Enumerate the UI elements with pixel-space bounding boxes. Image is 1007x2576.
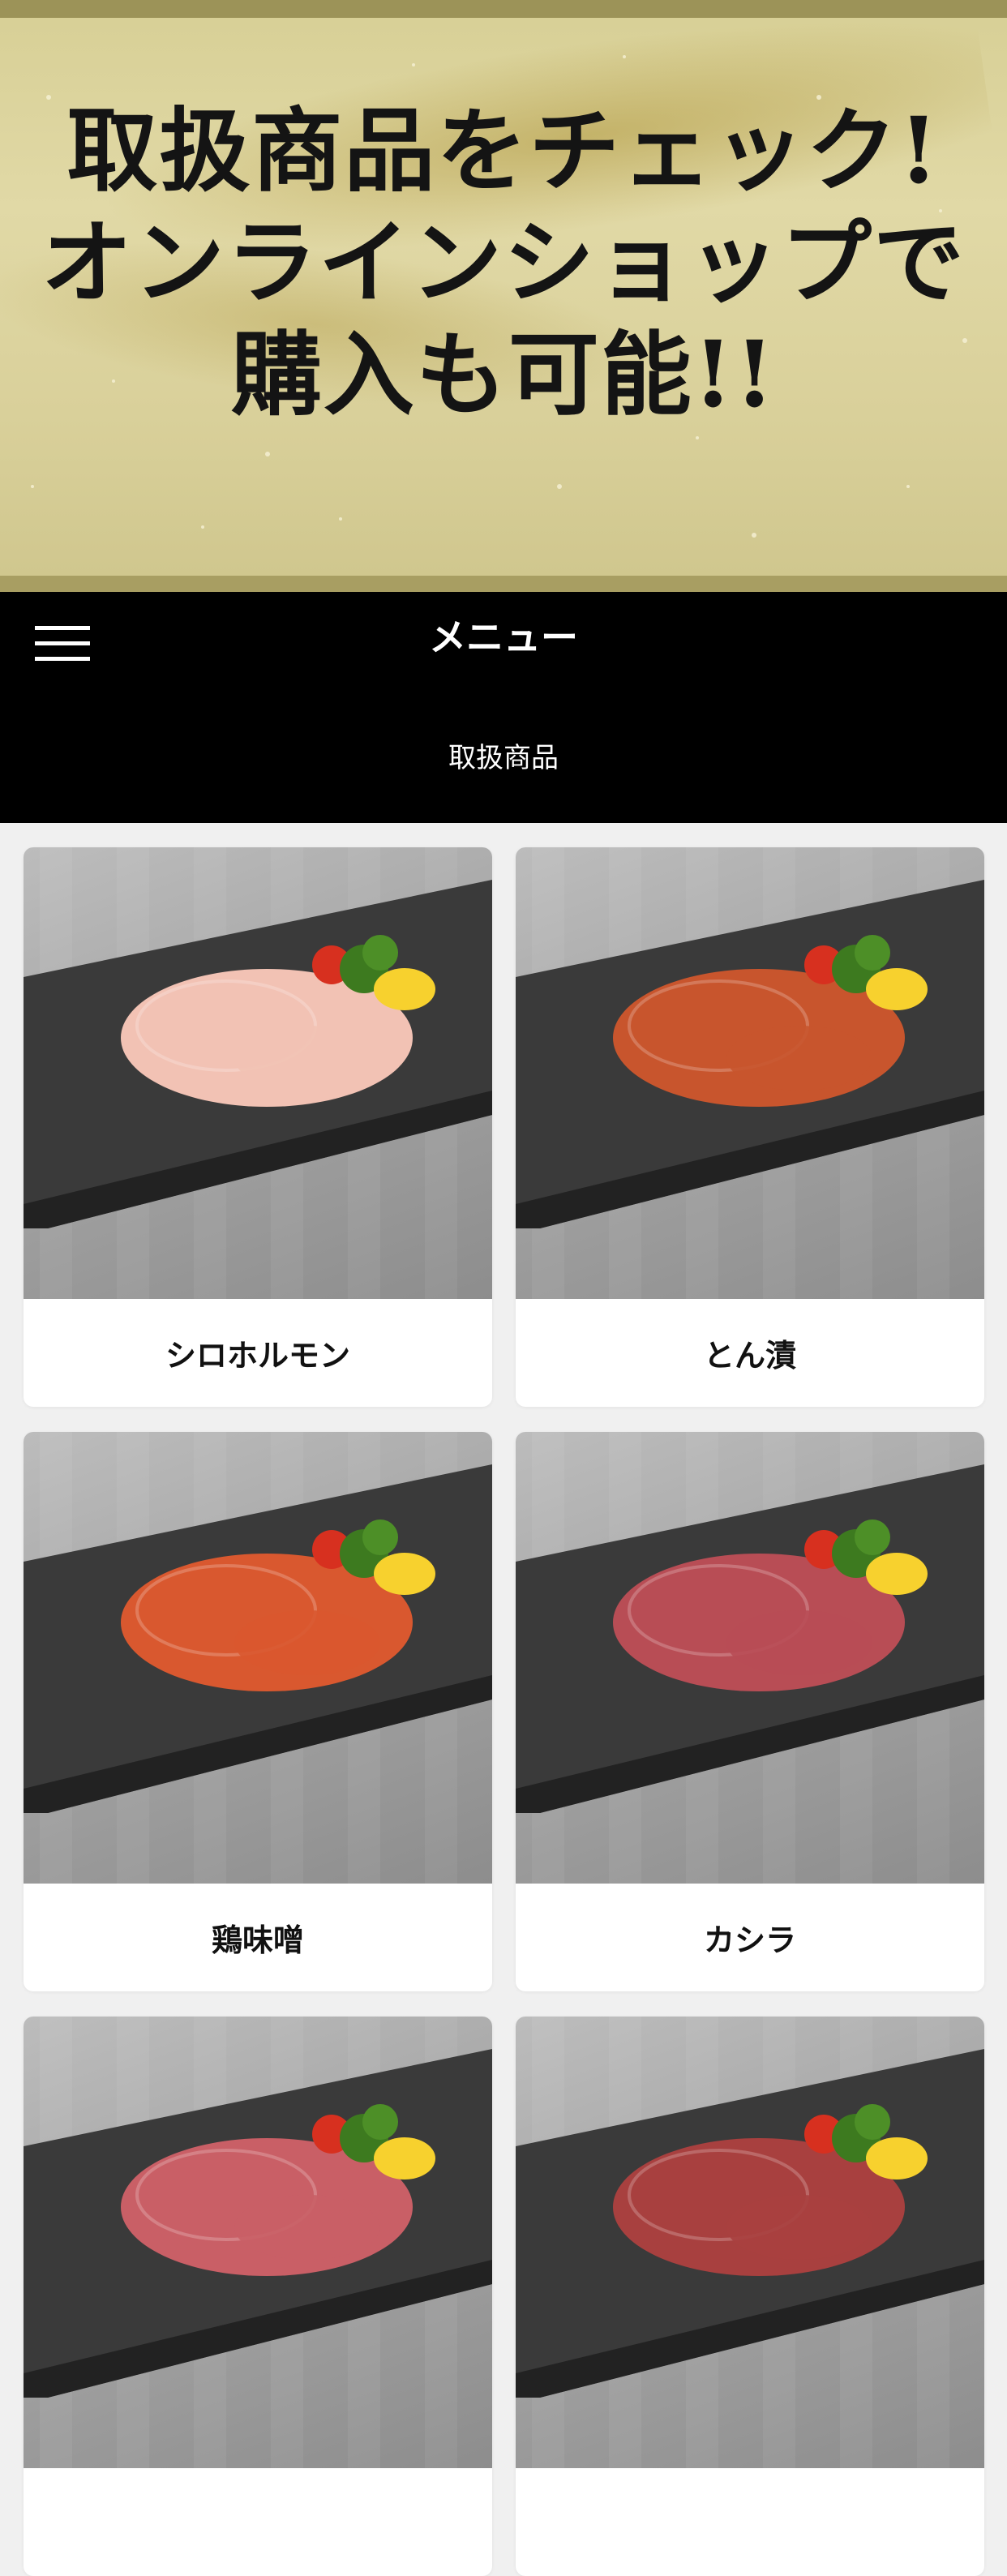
banner-bottom-bar (0, 576, 1007, 592)
lemon-garnish (374, 1553, 435, 1595)
product-photo (516, 2017, 984, 2468)
product-card[interactable]: とん漬 (516, 847, 984, 1407)
hero-banner: 取扱商品をチェック! オンラインショップで 購入も可能!! (0, 0, 1007, 592)
lemon-garnish (866, 1553, 928, 1595)
product-name: シロホルモン (165, 1338, 350, 1374)
lemon-garnish (374, 2137, 435, 2180)
food-illustration (516, 2017, 984, 2468)
product-name: とん漬 (703, 1338, 796, 1374)
menu-title: メニュー (429, 615, 578, 659)
lemon-garnish (866, 968, 928, 1010)
banner-headline: 取扱商品をチェック! オンラインショップで 購入も可能!! (0, 96, 1007, 431)
product-name: カシラ (703, 1922, 796, 1958)
lemon-garnish (374, 968, 435, 1010)
product-card[interactable]: カシラ (516, 1432, 984, 1991)
food-illustration (24, 2017, 492, 2468)
banner-line-2: オンラインショップで (41, 210, 966, 316)
banner-line-1: 取扱商品をチェック! (66, 98, 941, 204)
section-subtitle: 取扱商品 (448, 742, 559, 774)
product-photo (24, 1432, 492, 1884)
product-photo (516, 847, 984, 1299)
banner-line-3: 購入も可能!! (230, 322, 777, 428)
product-name: 鶏味噌 (211, 1922, 304, 1958)
product-photo (24, 847, 492, 1299)
product-card[interactable] (24, 2017, 492, 2576)
product-photo (24, 2017, 492, 2468)
food-illustration (516, 847, 984, 1299)
product-photo (516, 1432, 984, 1884)
product-card[interactable]: シロホルモン (24, 847, 492, 1407)
product-card[interactable]: 鶏味噌 (24, 1432, 492, 1991)
product-card[interactable] (516, 2017, 984, 2576)
lemon-garnish (866, 2137, 928, 2180)
food-illustration (24, 847, 492, 1299)
food-illustration (24, 1432, 492, 1884)
food-illustration (516, 1432, 984, 1884)
